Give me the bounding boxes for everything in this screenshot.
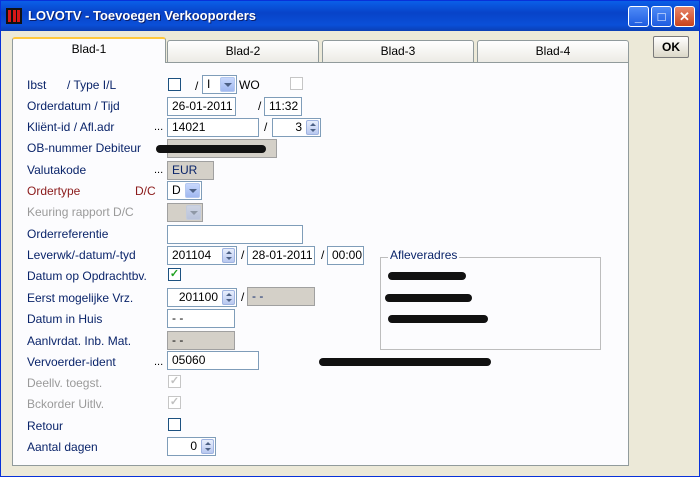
leverdatum-input[interactable]: 28-01-2011 (247, 246, 315, 265)
datum-op-checkbox[interactable]: ✓ (168, 268, 181, 281)
orderdatum-input[interactable]: 26-01-2011 (167, 97, 236, 116)
app-icon (6, 8, 22, 24)
ordertype-select[interactable]: D (167, 181, 202, 200)
tab-blad-2[interactable]: Blad-2 (167, 40, 319, 62)
datum-huis-input[interactable]: - - (167, 309, 235, 328)
maximize-button[interactable]: □ (651, 6, 672, 27)
window-title: LOVOTV - Toevoegen Verkooporders (28, 8, 257, 23)
spinner-icon[interactable] (222, 248, 235, 263)
leverwk-value: 201104 (172, 248, 212, 262)
close-button[interactable]: ✕ (674, 6, 695, 27)
wo-checkbox[interactable] (290, 77, 303, 90)
afl-adr-stepper[interactable]: 3 (272, 118, 321, 137)
chevron-down-icon[interactable] (220, 77, 235, 92)
eerst-week-value: 201100 (178, 290, 218, 304)
aantal-value: 0 (190, 439, 197, 453)
tab-blad-3[interactable]: Blad-3 (322, 40, 474, 62)
lookup-dots[interactable]: ... (154, 121, 163, 133)
lookup-dots[interactable]: ... (154, 356, 163, 368)
spinner-icon[interactable] (222, 290, 235, 305)
separator: / (264, 120, 268, 134)
dc-label: D/C (135, 184, 156, 198)
close-icon: ✕ (679, 9, 690, 24)
leverwk-label: Leverwk/-datum/-tyd (27, 248, 136, 262)
separator: / (241, 248, 245, 262)
eerst-week-stepper[interactable]: 201100 (167, 288, 237, 307)
vervoerder-label: Vervoerder-ident (27, 355, 116, 369)
spinner-icon[interactable] (201, 439, 214, 454)
lookup-dots[interactable]: ... (154, 164, 163, 176)
deellv-checkbox: ✓ (168, 375, 181, 388)
type-label: / Type I/L (67, 78, 117, 92)
chevron-down-icon (186, 205, 201, 220)
aantal-label: Aantal dagen (27, 440, 98, 454)
main-window: LOVOTV - Toevoegen Verkooporders _ □ ✕ B… (0, 0, 700, 477)
orderref-input[interactable] (167, 225, 303, 244)
minimize-button[interactable]: _ (628, 6, 649, 27)
afleveradres-label: Afleveradres (388, 248, 460, 262)
valuta-label: Valutakode (27, 163, 87, 177)
separator: / (258, 99, 262, 113)
title-bar[interactable]: LOVOTV - Toevoegen Verkooporders _ □ ✕ (1, 1, 699, 31)
aantal-stepper[interactable]: 0 (167, 437, 216, 456)
valuta-field: EUR (167, 161, 214, 180)
ob-label: OB-nummer Debiteur (27, 141, 142, 155)
type-select[interactable]: I (202, 75, 237, 94)
maximize-icon: □ (657, 9, 666, 24)
redacted-text (388, 315, 488, 323)
afleveradres-group (380, 257, 601, 350)
check-icon: ✓ (169, 396, 180, 408)
ordertijd-input[interactable]: 11:32 (264, 97, 302, 116)
ordertype-label: Ordertype (27, 184, 81, 198)
deellv-label: Deellv. toegst. (27, 376, 103, 390)
aanlvrdat-label: Aanlvrdat. Inb. Mat. (27, 334, 132, 348)
redacted-text (385, 294, 472, 302)
ibst-checkbox[interactable] (168, 78, 181, 91)
orderref-label: Orderreferentie (27, 227, 109, 241)
wo-label: WO (239, 78, 260, 92)
tab-blad-1[interactable]: Blad-1 (12, 37, 166, 63)
eerst-label: Eerst mogelijke Vrz. (27, 291, 134, 305)
klient-label: Kliënt-id / Afl.adr (27, 120, 115, 134)
retour-checkbox[interactable] (168, 418, 181, 431)
separator: / (241, 290, 245, 304)
type-value: I (207, 77, 211, 91)
check-icon: ✓ (169, 375, 180, 387)
spinner-icon[interactable] (306, 120, 319, 135)
minimize-icon: _ (634, 9, 643, 24)
ordertype-value: D (172, 183, 181, 197)
vervoerder-input[interactable]: 05060 (167, 351, 259, 370)
retour-label: Retour (27, 419, 64, 433)
redacted-text (156, 145, 266, 153)
redacted-text (319, 358, 491, 366)
separator: / (321, 248, 325, 262)
afl-adr-value: 3 (295, 120, 302, 134)
check-icon: ✓ (169, 268, 180, 280)
redacted-text (388, 272, 466, 280)
ibst-label: Ibst (27, 78, 47, 92)
separator: / (195, 79, 199, 93)
klient-id-input[interactable]: 14021 (167, 118, 259, 137)
aanlvrdat-field: - - (167, 331, 235, 350)
orderdatum-label: Orderdatum / Tijd (27, 99, 120, 113)
datum-op-label: Datum op Opdrachtbv. (27, 269, 147, 283)
datum-huis-label: Datum in Huis (27, 312, 103, 326)
tab-blad-4[interactable]: Blad-4 (477, 40, 629, 62)
levertijd-input[interactable]: 00:00 (327, 246, 364, 265)
leverwk-stepper[interactable]: 201104 (167, 246, 237, 265)
ok-button[interactable]: OK (653, 36, 689, 58)
keuring-select[interactable] (167, 203, 203, 222)
bckorder-label: Bckorder Uitlv. (27, 397, 105, 411)
bckorder-checkbox: ✓ (168, 396, 181, 409)
keuring-label: Keuring rapport D/C (27, 205, 134, 219)
eerst-datum-field: - - (247, 287, 315, 306)
chevron-down-icon[interactable] (185, 183, 200, 198)
